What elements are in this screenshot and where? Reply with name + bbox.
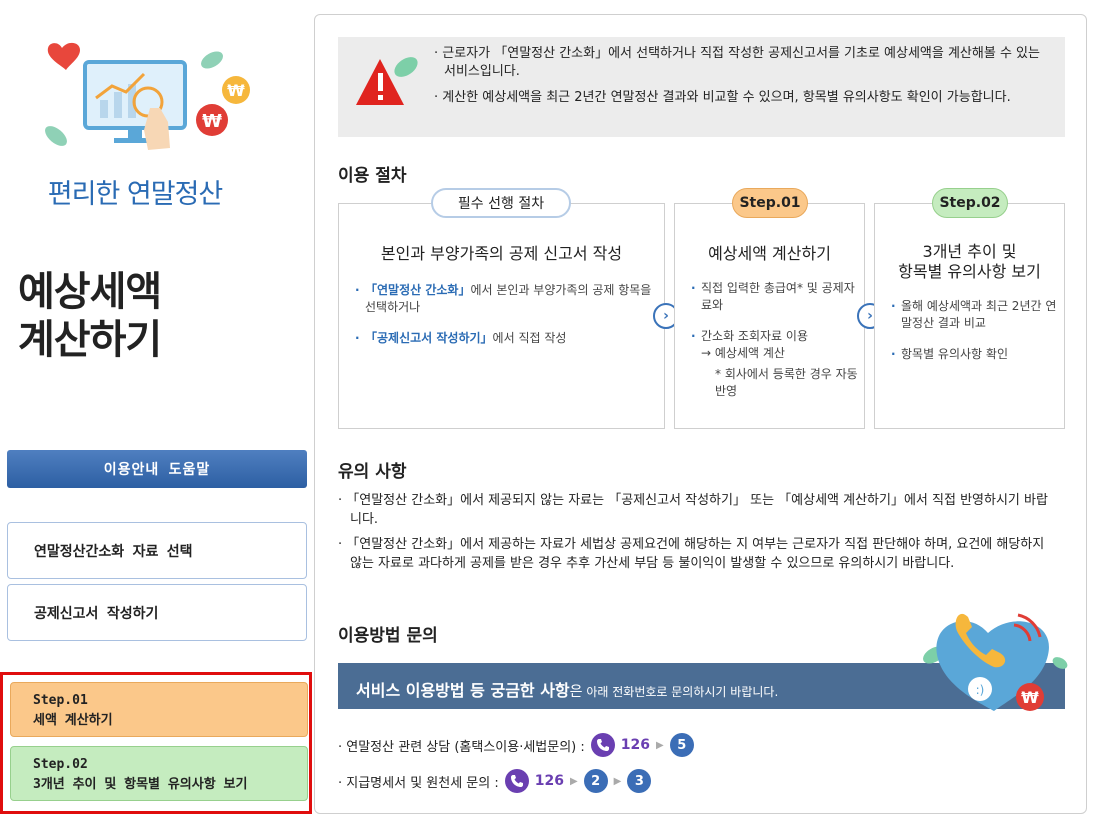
box2-item1: 직접 입력한 총급여* 및 공제자료와 xyxy=(691,280,859,314)
box2-item2b: → 예상세액 계산 xyxy=(701,346,785,360)
page-title: 예상세액 계산하기 xyxy=(18,268,162,364)
phone-icon xyxy=(504,769,529,793)
svg-text:₩: ₩ xyxy=(1021,688,1039,707)
step02-label: 3개년 추이 및 항목별 유의사항 보기 xyxy=(33,777,248,792)
box3-item2: 항목별 유의사항 확인 xyxy=(891,346,1059,363)
box1-head: 본인과 부양가족의 공제 신고서 작성 xyxy=(380,244,623,263)
box1-item2: 「공제신고서 작성하기」에서 직접 작성 xyxy=(355,330,655,347)
procedure-title: 이용 절차 xyxy=(338,166,407,186)
step02-trend-button[interactable]: Step.02 3개년 추이 및 항목별 유의사항 보기 xyxy=(10,746,308,801)
notice-line1: · 근로자가 「연말정산 간소화」에서 선택하거나 직접 작성한 공제신고서를 … xyxy=(434,46,1040,79)
box2-list: 직접 입력한 총급여* 및 공제자료와 간소화 조회자료 이용 → 예상세액 계… xyxy=(691,280,859,402)
procedure-box-step02: Step.02 3개년 추이 및 항목별 유의사항 보기 올해 예상세액과 최근… xyxy=(874,188,1065,429)
box2-item2c: * 회사에서 등록한 경우 자동반영 xyxy=(715,367,858,398)
procedure-box-prerequisite: 필수 선행 절차 본인과 부양가족의 공제 신고서 작성 「연말정산 간소화」에… xyxy=(338,188,665,429)
contact2-label: · 지급명세서 및 원천세 문의 : xyxy=(338,775,499,791)
box3-item1: 올해 예상세액과 최근 2년간 연말정산 결과 비교 xyxy=(891,298,1059,332)
svg-text::): :) xyxy=(976,683,985,697)
contact-year-end: · 연말정산 관련 상담 (홈택스이용·세법문의) : 126 ▶ 5 xyxy=(338,733,694,757)
notice-text: · 근로자가 「연말정산 간소화」에서 선택하거나 직접 작성한 공제신고서를 … xyxy=(434,45,1054,115)
contact1-ext: 5 xyxy=(669,733,694,757)
year-end-settlement-illustration: ₩ ₩ xyxy=(45,42,250,150)
warning-icon xyxy=(356,57,418,105)
notice-line2: · 계산한 예상세액을 최근 2년간 연말정산 결과와 비교할 수 있으며, 항… xyxy=(434,90,1011,105)
contact2-ext1: 2 xyxy=(583,769,608,793)
box2-item2a: 간소화 조회자료 이용 xyxy=(701,329,808,343)
step01-number: Step.01 xyxy=(33,693,88,708)
caution-title: 유의 사항 xyxy=(338,462,407,482)
box3-list: 올해 예상세액과 최근 2년간 연말정산 결과 비교 항목별 유의사항 확인 xyxy=(891,298,1059,377)
sidebar: ₩ ₩ 편리한 연말정산 예상세액 계산하기 이용안내 도움말 연말정산간소화 … xyxy=(0,0,312,820)
page-title-line2: 계산하기 xyxy=(18,317,162,363)
box3-head: 3개년 추이 및 항목별 유의사항 보기 xyxy=(875,242,1064,282)
simplified-link[interactable]: 「연말정산 간소화」 xyxy=(365,283,470,297)
banner-bold: 서비스 이용방법 등 궁금한 사항 xyxy=(356,681,570,700)
main-panel: · 근로자가 「연말정산 간소화」에서 선택하거나 직접 작성한 공제신고서를 … xyxy=(314,14,1087,814)
step01-label: 세액 계산하기 xyxy=(33,713,113,728)
step01-tax-calculation-button[interactable]: Step.01 세액 계산하기 xyxy=(10,682,308,737)
phone-icon xyxy=(590,733,615,757)
write-deduction-form-link[interactable]: 공제신고서 작성하기 xyxy=(7,584,307,641)
box3-head-line2: 항목별 유의사항 보기 xyxy=(898,262,1041,281)
phone-heart-illustration: :) ₩ xyxy=(923,613,1068,711)
box2-head: 예상세액 계산하기 xyxy=(708,244,831,263)
arrow-right-icon: ▶ xyxy=(613,775,622,787)
procedure-box-step01: Step.01 예상세액 계산하기 직접 입력한 총급여* 및 공제자료와 간소… xyxy=(674,188,865,429)
inquiry-title: 이용방법 문의 xyxy=(338,626,438,646)
page-title-line1: 예상세액 xyxy=(18,269,162,315)
caution-line1: · 「연말정산 간소화」에서 제공되지 않는 자료는 「공제신고서 작성하기」 … xyxy=(338,493,1048,527)
arrow-right-icon: ▶ xyxy=(569,775,578,787)
banner-normal: 은 xyxy=(569,684,583,700)
step02-pill: Step.02 xyxy=(932,188,1008,218)
contact-withholding: · 지급명세서 및 원천세 문의 : 126 ▶ 2 ▶ 3 xyxy=(338,769,652,793)
step01-pill: Step.01 xyxy=(732,188,808,218)
box3-head-line1: 3개년 추이 및 xyxy=(922,242,1017,261)
box1-item2-text: 에서 직접 작성 xyxy=(492,331,567,345)
caution-line2: · 「연말정산 간소화」에서 제공하는 자료가 세법상 공제요건에 해당하는 지… xyxy=(338,537,1045,571)
svg-text:₩: ₩ xyxy=(227,81,245,100)
box1-list: 「연말정산 간소화」에서 본인과 부양가족의 공제 항목을 선택하거나 「공제신… xyxy=(355,282,655,361)
arrow-right-icon: ▶ xyxy=(656,739,664,751)
contact2-ext2: 3 xyxy=(627,769,652,793)
banner-text: 서비스 이용방법 등 궁금한 사항은 아래 전화번호로 문의하시기 바랍니다. xyxy=(356,677,778,701)
svg-text:₩: ₩ xyxy=(202,111,222,132)
box1-item1: 「연말정산 간소화」에서 본인과 부양가족의 공제 항목을 선택하거나 xyxy=(355,282,655,316)
deduction-form-link[interactable]: 「공제신고서 작성하기」 xyxy=(365,331,493,345)
prerequisite-pill: 필수 선행 절차 xyxy=(431,188,571,218)
banner-small: 아래 전화번호로 문의하시기 바랍니다. xyxy=(582,685,779,699)
contact2-number: 126 xyxy=(534,773,564,789)
notice-box: · 근로자가 「연말정산 간소화」에서 선택하거나 직접 작성한 공제신고서를 … xyxy=(338,37,1065,137)
select-simplified-data-link[interactable]: 연말정산간소화 자료 선택 xyxy=(7,522,307,579)
step-menu-highlight: Step.01 세액 계산하기 Step.02 3개년 추이 및 항목별 유의사… xyxy=(0,672,312,814)
inquiry-banner: 서비스 이용방법 등 궁금한 사항은 아래 전화번호로 문의하시기 바랍니다. … xyxy=(338,613,1068,711)
contact1-number: 126 xyxy=(620,737,651,753)
caution-text: · 「연말정산 간소화」에서 제공되지 않는 자료는 「공제신고서 작성하기」 … xyxy=(338,491,1058,579)
step02-number: Step.02 xyxy=(33,757,88,772)
help-button[interactable]: 이용안내 도움말 xyxy=(7,450,307,488)
contact1-label: · 연말정산 관련 상담 (홈택스이용·세법문의) : xyxy=(338,739,585,755)
box2-item2: 간소화 조회자료 이용 → 예상세액 계산 * 회사에서 등록한 경우 자동반영 xyxy=(691,328,859,400)
hero-caption: 편리한 연말정산 xyxy=(47,179,223,210)
